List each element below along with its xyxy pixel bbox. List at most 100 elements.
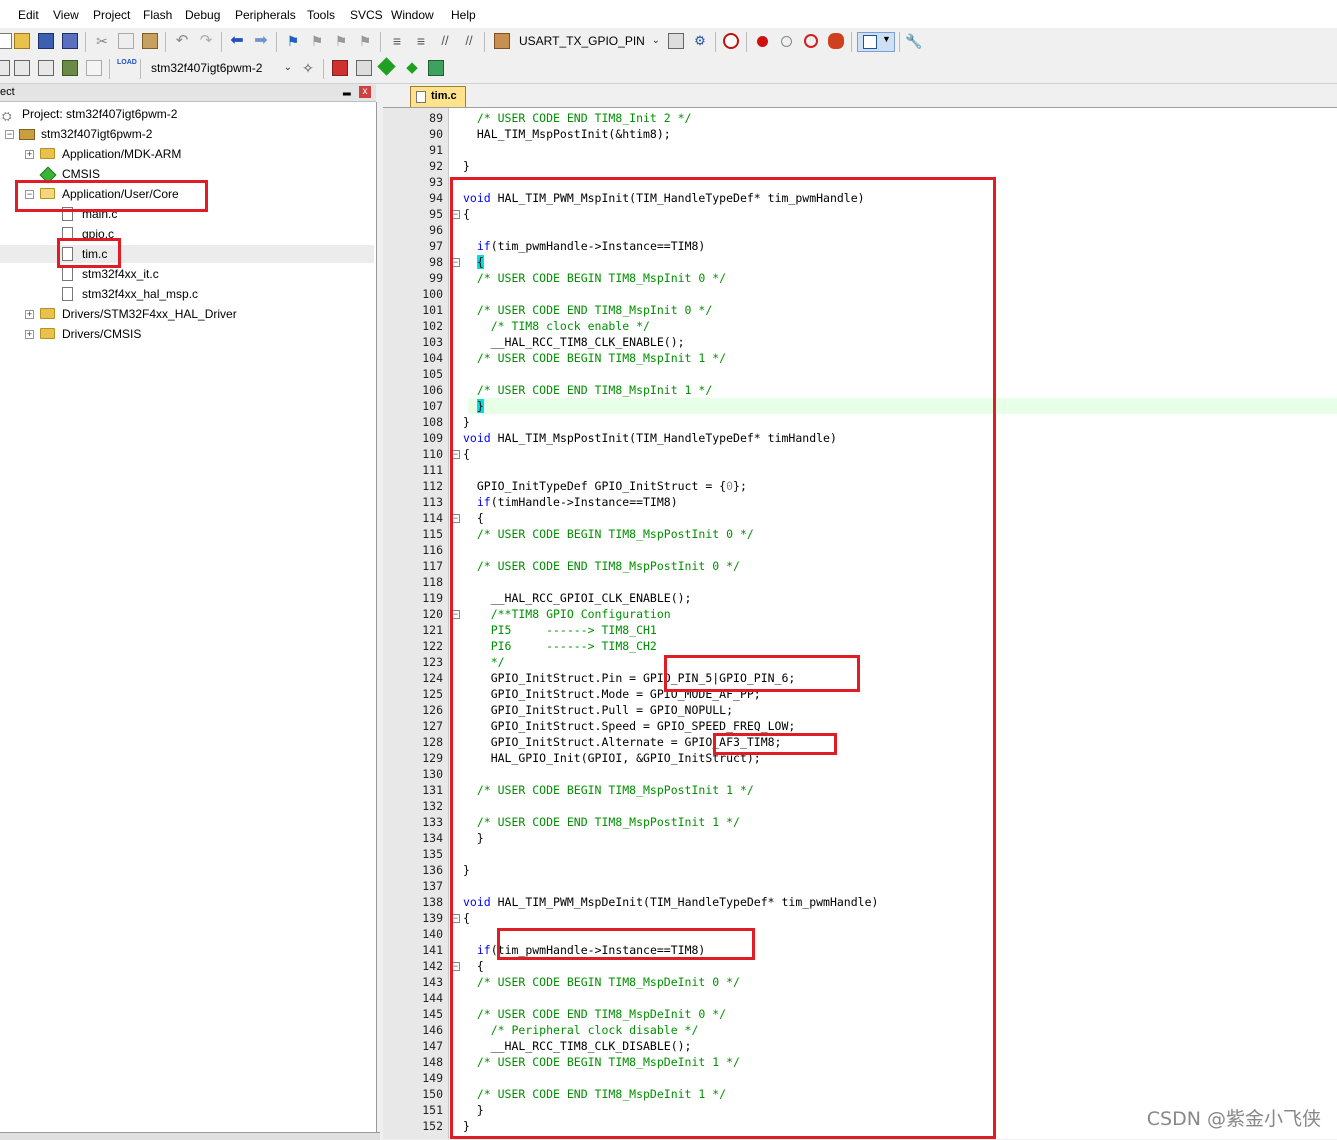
menu-edit[interactable]: Edit — [18, 8, 39, 22]
menu-tools[interactable]: Tools — [307, 8, 335, 22]
menu-peripherals[interactable]: Peripherals — [235, 8, 296, 22]
pin-icon[interactable]: ▂ — [343, 85, 351, 96]
save-all-icon[interactable] — [62, 33, 78, 49]
indent-icon[interactable]: ≡ — [389, 33, 405, 49]
configure-icon[interactable]: 🔧 — [905, 33, 922, 49]
next-bookmark-icon[interactable]: ⚑ — [333, 33, 349, 49]
target-select-value: stm32f407igt6pwm-2 — [151, 61, 263, 75]
run-time-environment-icon[interactable] — [428, 60, 444, 76]
line-number: 108 — [422, 415, 443, 429]
copy-icon[interactable] — [118, 33, 134, 49]
line-number: 131 — [422, 783, 443, 797]
target-icon — [19, 129, 35, 140]
expand-icon[interactable]: + — [25, 150, 34, 159]
expand-icon[interactable]: + — [25, 330, 34, 339]
breakpoint-icon[interactable] — [757, 36, 768, 47]
project-root-label: Project: stm32f407igt6pwm-2 — [22, 107, 178, 121]
kill-breakpoints-icon[interactable] — [828, 33, 844, 49]
save-icon[interactable] — [38, 33, 54, 49]
target-select[interactable]: stm32f407igt6pwm-2 ⌄ — [147, 59, 295, 79]
line-number: 145 — [422, 1007, 443, 1021]
expand-icon[interactable]: + — [25, 310, 34, 319]
line-number: 109 — [422, 431, 443, 445]
line-number: 99 — [429, 271, 443, 285]
line-number: 110 — [422, 447, 443, 461]
line-number: 128 — [422, 735, 443, 749]
disable-breakpoint-icon[interactable] — [781, 36, 792, 47]
menu-view[interactable]: View — [53, 8, 79, 22]
new-file-icon[interactable] — [0, 33, 12, 49]
manage-packs-icon[interactable] — [377, 57, 396, 76]
file-toolbar: ✂ ↶ ↷ ⬅ ➡ ⚑ ⚑ ⚑ ⚑ ≡ ≡ // // USART_TX_GPI… — [0, 28, 1337, 56]
file-extensions-icon[interactable] — [356, 60, 372, 76]
line-number: 119 — [422, 591, 443, 605]
line-number: 105 — [422, 367, 443, 381]
load-icon[interactable]: LOAD — [117, 58, 137, 78]
folder-icon — [40, 328, 55, 339]
navigate-forward-icon[interactable]: ➡ — [253, 33, 269, 49]
menu-window[interactable]: Window — [391, 8, 434, 22]
menu-debug[interactable]: Debug — [185, 8, 220, 22]
undo-icon[interactable]: ↶ — [174, 33, 190, 49]
clear-breakpoints-icon[interactable] — [804, 34, 818, 48]
uncomment-icon[interactable]: // — [461, 33, 477, 49]
bookmark-icon[interactable]: ⚑ — [285, 33, 301, 49]
line-number: 121 — [422, 623, 443, 637]
line-number: 151 — [422, 1103, 443, 1117]
line-number: 115 — [422, 527, 443, 541]
unindent-icon[interactable]: ≡ — [413, 33, 429, 49]
line-number: 126 — [422, 703, 443, 717]
debug-session-icon[interactable] — [723, 33, 739, 49]
line-number: 92 — [429, 159, 443, 173]
line-number: 123 — [422, 655, 443, 669]
menu-svcs[interactable]: SVCS — [350, 8, 383, 22]
close-icon[interactable]: x — [359, 86, 371, 98]
find-combo-value: USART_TX_GPIO_PIN — [519, 34, 645, 48]
build-icon[interactable] — [14, 60, 30, 76]
select-packs-icon[interactable]: ◆ — [404, 60, 420, 76]
annotation-box — [497, 928, 755, 960]
find-icon[interactable] — [668, 33, 684, 49]
target-options-icon[interactable]: ✧ — [300, 60, 316, 76]
rebuild-icon[interactable] — [38, 60, 54, 76]
find-combo[interactable]: USART_TX_GPIO_PIN ⌄ — [515, 32, 663, 52]
replace-icon[interactable]: ⚙ — [692, 33, 708, 49]
line-number: 125 — [422, 687, 443, 701]
comment-icon[interactable]: // — [437, 33, 453, 49]
line-number: 149 — [422, 1071, 443, 1085]
tab-tim-c[interactable]: tim.c — [410, 86, 466, 107]
menu-help[interactable]: Help — [451, 8, 476, 22]
batch-build-icon[interactable] — [62, 60, 78, 76]
line-number: 95 — [429, 207, 443, 221]
line-number: 112 — [422, 479, 443, 493]
translate-icon[interactable] — [0, 60, 10, 76]
line-number: 94 — [429, 191, 443, 205]
menu-bar: Edit View Project Flash Debug Peripheral… — [0, 0, 1337, 29]
clear-bookmarks-icon[interactable]: ⚑ — [357, 33, 373, 49]
cut-icon[interactable]: ✂ — [94, 33, 110, 49]
line-number: 143 — [422, 975, 443, 989]
line-number: 129 — [422, 751, 443, 765]
manage-project-icon[interactable] — [332, 60, 348, 76]
menu-project[interactable]: Project — [93, 8, 130, 22]
collapse-icon[interactable]: − — [5, 130, 14, 139]
navigate-back-icon[interactable]: ⬅ — [229, 33, 245, 49]
folder-icon — [40, 148, 55, 159]
find-in-files-icon[interactable] — [494, 33, 510, 49]
open-folder-icon[interactable] — [14, 33, 30, 49]
prev-bookmark-icon[interactable]: ⚑ — [309, 33, 325, 49]
file-icon — [62, 267, 73, 281]
line-number: 118 — [422, 575, 443, 589]
code-line: } — [463, 159, 470, 173]
line-number: 117 — [422, 559, 443, 573]
file-icon — [416, 91, 426, 103]
build-toolbar: LOAD stm32f407igt6pwm-2 ⌄ ✧ ◆ — [0, 55, 1337, 84]
menu-flash[interactable]: Flash — [143, 8, 172, 22]
line-number: 100 — [422, 287, 443, 301]
target-label: stm32f407igt6pwm-2 — [41, 127, 153, 141]
window-layout-button[interactable]: ▼ — [857, 32, 895, 52]
redo-icon[interactable]: ↷ — [198, 33, 214, 49]
paste-icon[interactable] — [142, 33, 158, 49]
line-number: 103 — [422, 335, 443, 349]
stop-build-icon[interactable] — [86, 60, 102, 76]
